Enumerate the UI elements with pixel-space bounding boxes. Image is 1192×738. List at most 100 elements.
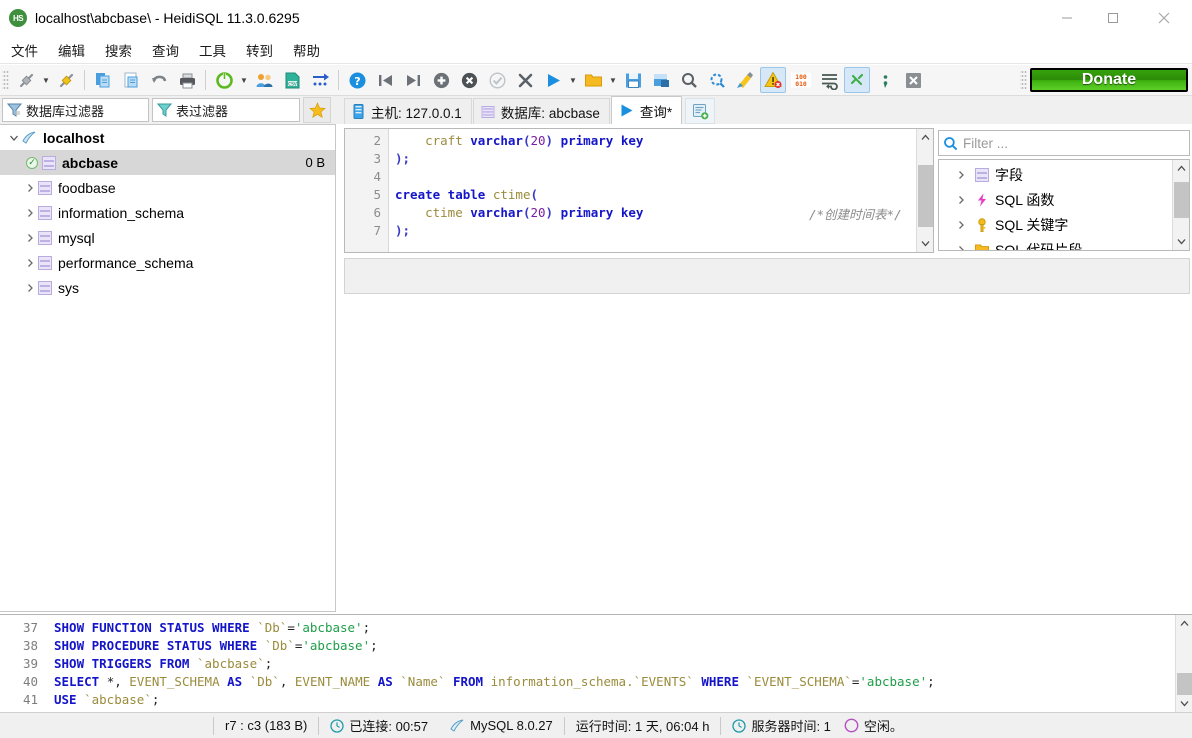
editor-code-area[interactable]: craft varchar(20) primary key ); create … [389,129,916,252]
toggle-warnings-icon[interactable] [760,67,786,93]
chevron-right-icon[interactable] [22,258,38,268]
menu-item-help[interactable]: 帮助 [284,37,329,63]
scroll-up-icon[interactable] [1173,160,1189,177]
open-folder-icon[interactable] [580,67,606,93]
editor-vertical-scrollbar[interactable] [916,129,933,252]
tree-item-sys[interactable]: sys [0,275,335,300]
insert-row-icon[interactable] [428,67,454,93]
open-dropdown-arrow-icon[interactable]: ▼ [607,67,619,93]
chevron-right-icon[interactable] [22,233,38,243]
scroll-down-icon[interactable] [917,235,933,252]
chevron-down-icon[interactable] [6,133,22,143]
line-number: 4 [373,169,381,184]
tree-item-abcbase[interactable]: ✓ abcbase 0 B [0,150,335,175]
sql-editor[interactable]: 2 3 4 5 6 7 craft varchar(20) primary ke… [344,128,934,253]
save-as-icon[interactable] [648,67,674,93]
columns-icon [975,167,989,182]
tree-item-information-schema[interactable]: information_schema [0,200,335,225]
table-filter-input[interactable]: 表过滤器 [152,98,300,122]
chevron-right-icon[interactable] [953,170,969,180]
menu-item-tools[interactable]: 工具 [190,37,235,63]
connect-dropdown-arrow-icon[interactable]: ▼ [40,67,52,93]
users-icon[interactable] [251,67,277,93]
undo-icon[interactable] [146,67,172,93]
chevron-right-icon[interactable] [22,183,38,193]
tab-database-label: 数据库: abcbase [500,105,600,121]
chevron-right-icon[interactable] [953,220,969,230]
database-icon [38,255,52,270]
last-icon[interactable] [400,67,426,93]
copy-icon[interactable] [90,67,116,93]
tree-item-performance-schema[interactable]: performance_schema [0,250,335,275]
first-icon[interactable] [372,67,398,93]
toolbar-separator [84,70,85,90]
disconnect-icon[interactable] [53,67,79,93]
completion-item-keywords[interactable]: SQL 关键字 [939,212,1172,237]
close-button[interactable] [1136,0,1192,36]
toolbar-grip[interactable] [2,69,9,91]
database-tree-panel: localhost ✓ abcbase 0 B foodbase informa… [0,124,336,612]
filter-search-input[interactable]: Filter ... [938,130,1190,156]
new-query-tab-icon[interactable] [685,98,716,124]
menu-item-edit[interactable]: 编辑 [49,37,94,63]
print-icon[interactable] [174,67,200,93]
completion-scrollbar-thumb[interactable] [1174,182,1189,218]
tab-host[interactable]: 主机: 127.0.0.1 [344,98,472,124]
scroll-down-icon[interactable] [1173,233,1189,250]
maximize-button[interactable] [1090,0,1136,36]
chevron-right-icon[interactable] [22,283,38,293]
cancel-icon[interactable] [512,67,538,93]
stop-icon[interactable] [900,67,926,93]
paste-icon[interactable] [118,67,144,93]
help-icon[interactable]: ? [344,67,370,93]
chevron-right-icon[interactable] [953,195,969,205]
completion-item-snippets[interactable]: SQL 代码片段 [939,237,1172,250]
chevron-right-icon[interactable] [22,208,38,218]
execute-dropdown-arrow-icon[interactable]: ▼ [567,67,579,93]
completion-vertical-scrollbar[interactable] [1172,160,1189,250]
tab-database[interactable]: 数据库: abcbase [472,98,610,124]
chevron-right-icon[interactable] [953,245,969,250]
completion-item-functions[interactable]: SQL 函数 [939,187,1172,212]
donate-toolbar-grip[interactable] [1020,69,1027,91]
completion-item-columns[interactable]: 字段 [939,162,1172,187]
status-connected[interactable]: 已连接: 00:57 [319,716,439,736]
refresh-icon[interactable] [211,67,237,93]
sql-help-icon[interactable] [844,67,870,93]
menu-item-goto[interactable]: 转到 [237,37,282,63]
scroll-up-icon[interactable] [1176,615,1192,632]
word-wrap-icon[interactable] [816,67,842,93]
apply-icon[interactable] [484,67,510,93]
scroll-down-icon[interactable] [1176,695,1192,712]
minimize-button[interactable] [1044,0,1090,36]
connect-icon[interactable] [13,67,39,93]
tab-query[interactable]: 查询* [610,96,683,124]
sql-log-panel[interactable]: 37 38 39 40 41 SHOW FUNCTION STATUS WHER… [0,614,1192,712]
format-sql-icon[interactable] [732,67,758,93]
execute-icon[interactable] [540,67,566,93]
log-vertical-scrollbar[interactable] [1175,615,1192,712]
find-icon[interactable] [676,67,702,93]
completion-list[interactable]: 字段 SQL 函数 SQL 关键字 SQL 代码片段 [938,159,1190,251]
import-icon[interactable] [307,67,333,93]
editor-scrollbar-thumb[interactable] [918,165,933,227]
star-icon[interactable] [303,97,331,123]
results-grid-area[interactable] [344,296,1190,612]
refresh-dropdown-arrow-icon[interactable]: ▼ [238,67,250,93]
donate-button[interactable]: Donate [1030,68,1188,92]
binary-data-icon[interactable]: 100 010 [788,67,814,93]
log-scrollbar-thumb[interactable] [1177,673,1192,695]
database-filter-input[interactable]: 数据库过滤器 [2,98,149,122]
menu-item-search[interactable]: 搜索 [96,37,141,63]
export-csv-icon[interactable]: CSV [279,67,305,93]
replace-icon[interactable] [704,67,730,93]
menu-item-file[interactable]: 文件 [2,37,47,63]
semicolon-icon[interactable] [872,67,898,93]
tree-root-localhost[interactable]: localhost [0,125,335,150]
tree-item-mysql[interactable]: mysql [0,225,335,250]
delete-row-icon[interactable] [456,67,482,93]
tree-item-foodbase[interactable]: foodbase [0,175,335,200]
save-icon[interactable] [620,67,646,93]
menu-item-query[interactable]: 查询 [143,37,188,63]
scroll-up-icon[interactable] [917,129,933,146]
